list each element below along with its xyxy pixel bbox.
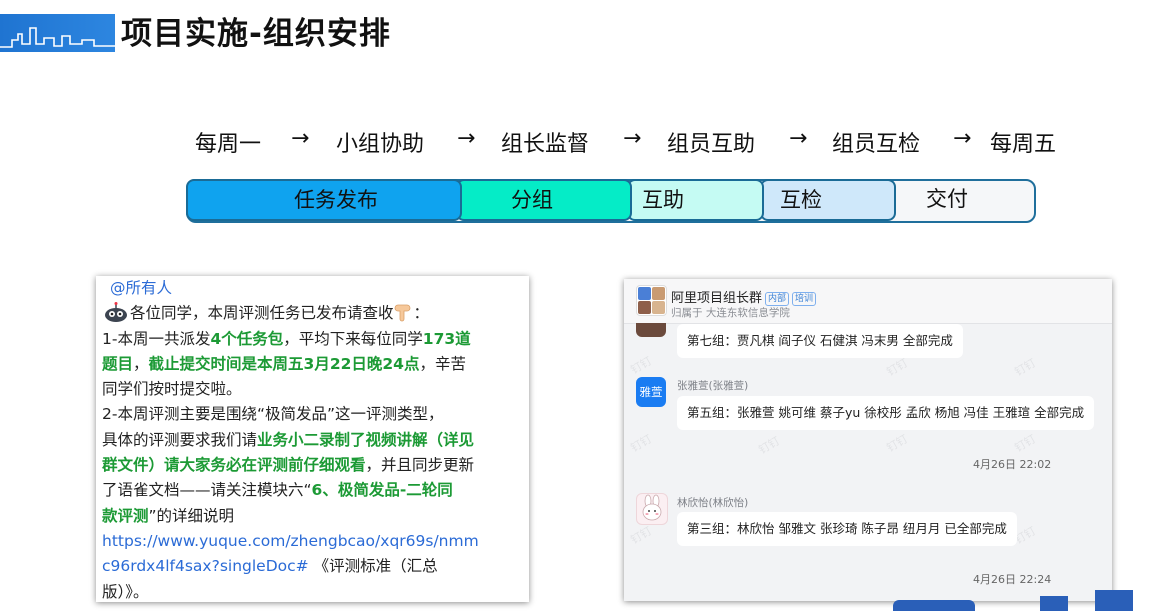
watermark: 钉钉: [1012, 356, 1039, 379]
message-bubble: 第三组：林欣怡 邹雅文 张珍琦 陈子昂 纽月月 已全部完成: [677, 512, 1017, 546]
chat-header: 阿里项目组长群 内部 培训 归属于 大连东软信息学院: [624, 279, 1112, 324]
highlight-text: 173道: [422, 329, 471, 348]
avatar[interactable]: 雅萱: [636, 377, 666, 407]
phase-deliver: 交付: [892, 180, 1036, 222]
phase-label: 互检: [780, 188, 822, 212]
announcement-line: 具体的评测要求我们请业务小二录制了视频讲解（详见: [102, 428, 523, 453]
announcement-text: 各位同学，本周评测任务已发布请查收: [130, 304, 394, 323]
phase-label: 互助: [642, 188, 684, 212]
announcement-line: 同学们按时提交啦。: [102, 380, 242, 399]
phase-grouping: 分组: [456, 179, 632, 221]
step-member-help: 组员互助: [667, 132, 756, 157]
sender-name: 张雅萱(张雅萱): [677, 380, 749, 392]
announcement-text: ，平均下来每位同学: [283, 329, 423, 348]
announcement-line: 群文件）请大家务必在评测前仔细观看，并且同步更新: [102, 453, 523, 478]
watermark: 钉钉: [628, 432, 655, 455]
pointing-down-hand-icon: [394, 304, 410, 322]
watermark: 钉钉: [884, 356, 911, 379]
step-monday: 每周一: [195, 132, 262, 157]
step-member-check: 组员互检: [832, 132, 921, 157]
announcement-text: ，并且同步更新: [365, 456, 475, 475]
chat-panel: 阿里项目组长群 内部 培训 归属于 大连东软信息学院 钉钉 钉钉 钉钉 钉钉 钉钉 …: [624, 279, 1112, 601]
announcement-text: ”的详细说明: [148, 506, 235, 525]
announcement-text: ，: [133, 354, 149, 373]
phase-label: 任务发布: [294, 188, 378, 212]
highlight-text: 4个任务包: [210, 329, 284, 348]
highlight-text: 6、极简发品-二轮同: [311, 481, 453, 500]
announcement-line: 1-本周一共派发4个任务包，平均下来每位同学173道: [102, 327, 523, 352]
mention-all: @所有人: [110, 279, 173, 297]
announcement-panel: @所有人 各位同学，本周评测任务已发布请查收 ： 1-本周一共派发4个任务包，平均…: [96, 276, 529, 602]
watermark: 钉钉: [756, 434, 783, 457]
sender-name: 林欣怡(林欣怡): [677, 497, 749, 509]
timestamp: 4月26日 22:24: [973, 573, 1052, 586]
decor-block: [1040, 596, 1068, 611]
tag-training: 培训: [792, 292, 817, 306]
group-subtitle: 归属于 大连东软信息学院: [671, 307, 790, 319]
announcement-line: 各位同学，本周评测任务已发布请查收 ：: [102, 301, 523, 326]
timestamp: 4月26日 22:02: [973, 458, 1052, 471]
highlight-text: 截止提交时间是本周五3月22日晚24点: [148, 354, 420, 373]
step-arrow-icon: →: [291, 126, 310, 151]
watermark: 钉钉: [628, 354, 655, 377]
yuque-link[interactable]: https://www.yuque.com/zhengbcao/xqr69s/n…: [102, 529, 523, 554]
step-arrow-icon: →: [623, 126, 642, 151]
group-name[interactable]: 阿里项目组长群 内部 培训: [671, 287, 817, 306]
skyline-logo: [0, 14, 115, 52]
page-title: 项目实施-组织安排: [121, 16, 391, 52]
highlight-text: 群文件）请大家务必在评测前仔细观看: [102, 456, 366, 475]
announcement-text: 具体的评测要求我们请: [102, 430, 258, 449]
yuque-link-cont[interactable]: c96rdx4lf4sax?singleDoc#: [102, 557, 309, 575]
step-group-assist: 小组协助: [336, 132, 425, 157]
bunny-avatar-icon[interactable]: [636, 493, 668, 525]
highlight-text: 题目: [102, 354, 134, 373]
robot-emoji-icon: [105, 302, 127, 323]
phase-label: 分组: [511, 188, 553, 212]
message-bubble: 第七组：贾凡棋 阎子仪 石健淇 冯末男 全部完成: [677, 324, 963, 358]
message-bubble: 第五组：张雅萱 姚可维 蔡子yu 徐校彤 孟欣 杨旭 冯佳 王雅瑄 全部完成: [677, 396, 1095, 430]
announcement-line: 版）》。: [102, 582, 149, 601]
decor-block: [893, 600, 975, 611]
step-friday: 每周五: [990, 132, 1057, 157]
watermark: 钉钉: [884, 432, 911, 455]
step-leader-supervise: 组长监督: [501, 132, 590, 157]
watermark: 钉钉: [1012, 432, 1039, 455]
step-arrow-icon: →: [953, 126, 972, 151]
highlight-text: 业务小二录制了视频讲解（详见: [257, 430, 475, 449]
announcement-text: 《评测标准（汇总: [308, 557, 438, 576]
step-arrow-icon: →: [789, 126, 808, 151]
phase-task-release: 任务发布: [186, 179, 462, 221]
highlight-text: 款评测: [102, 506, 149, 525]
group-avatar[interactable]: [636, 285, 667, 316]
announcement-line: 了语雀文档——请关注模块六“6、极简发品-二轮同: [102, 478, 523, 503]
phase-label: 交付: [926, 187, 968, 211]
avatar[interactable]: [636, 323, 666, 337]
announcement-text: 1-本周一共派发: [102, 329, 211, 348]
phase-cross-check: 互检: [760, 179, 896, 221]
tag-internal: 内部: [765, 292, 790, 306]
watermark: 钉钉: [628, 524, 655, 547]
step-arrow-icon: →: [457, 126, 476, 151]
announcement-text: 了语雀文档——请关注模块六“: [102, 481, 312, 500]
phase-bar: 交付 互检 互助 分组 任务发布: [186, 179, 1036, 223]
phase-mutual-help: 互助: [627, 179, 764, 221]
announcement-line: 款评测”的详细说明: [102, 504, 523, 529]
decor-block: [1095, 590, 1133, 611]
announcement-line: 2-本周评测主要是围绕“极简发品”这一评测类型，: [102, 405, 444, 424]
announcement-text: ，辛苦: [419, 354, 466, 373]
announcement-line: 题目，截止提交时间是本周五3月22日晚24点，辛苦: [102, 352, 523, 377]
announcement-text: ：: [413, 304, 430, 323]
announcement-line: c96rdx4lf4sax?singleDoc# 《评测标准（汇总: [102, 554, 523, 579]
group-name-text: 阿里项目组长群: [671, 291, 763, 306]
